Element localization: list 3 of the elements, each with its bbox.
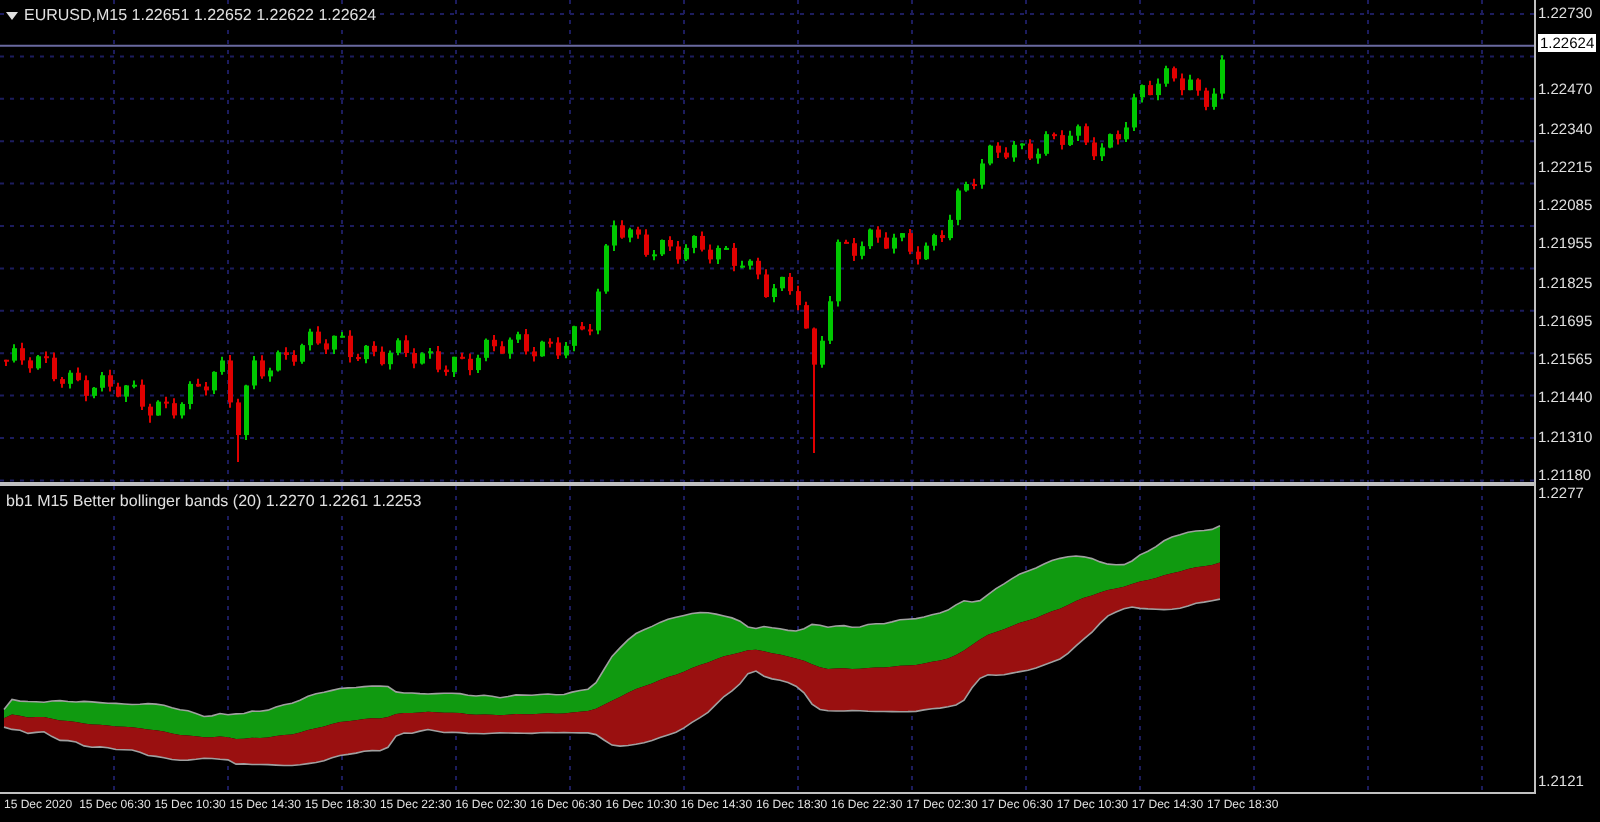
- triangle-icon[interactable]: [6, 12, 18, 20]
- chart-title: EURUSD,M15 1.22651 1.22652 1.22622 1.22624: [24, 4, 377, 28]
- indicator-title: bb1 M15 Better bollinger bands (20) 1.2270 1.2261 1.2253: [6, 490, 422, 514]
